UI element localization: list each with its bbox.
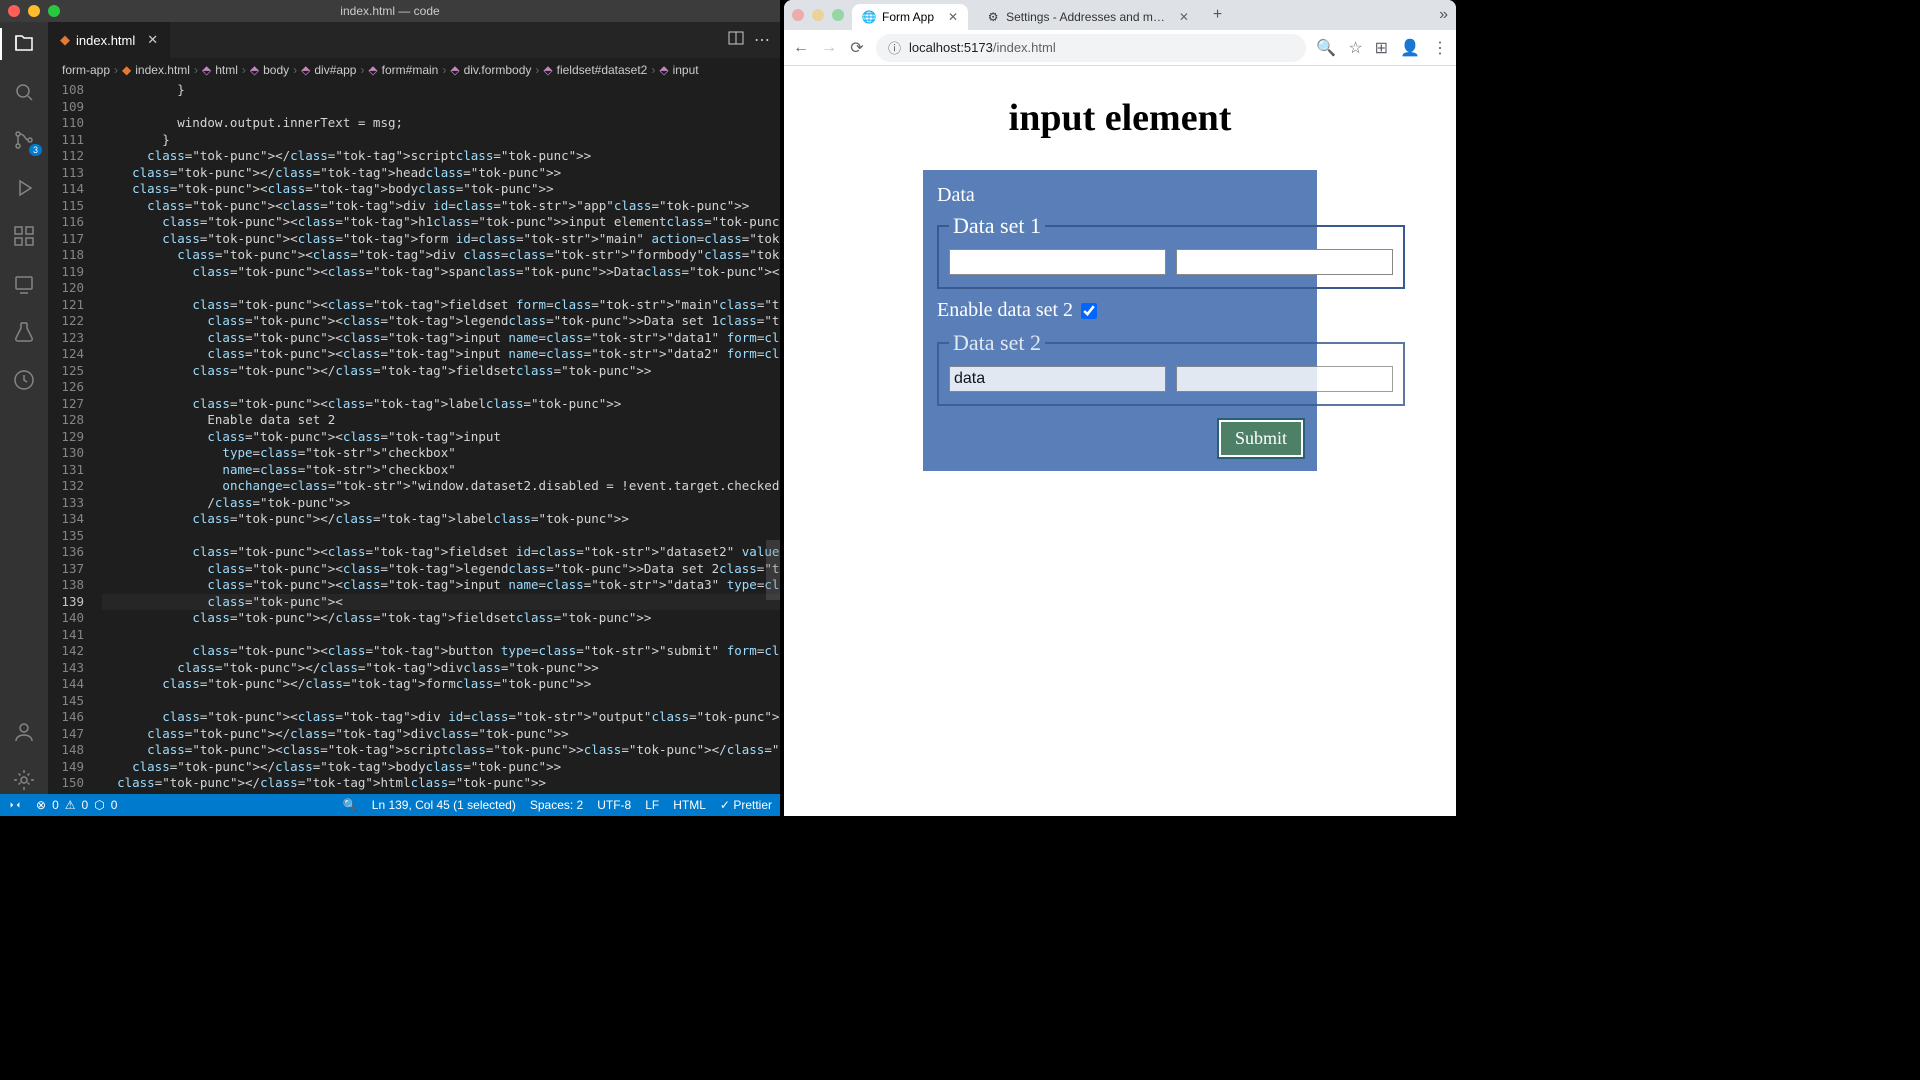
editor-area: ◆ index.html ✕ ⋯ form-app› ◆index.html› … [48,22,780,794]
close-window-icon[interactable] [8,5,20,17]
run-debug-icon[interactable] [10,174,38,202]
zoom-icon[interactable]: 🔍 [1316,38,1336,58]
fieldset-legend: Data set 1 [949,213,1045,239]
menu-icon[interactable]: ⋮ [1432,38,1448,58]
status-language[interactable]: HTML [673,798,706,812]
gear-icon: ⚙ [986,10,1000,24]
line-number-gutter: 1081091101111121131141151161171181191201… [48,82,102,794]
status-formatter[interactable]: ✓ Prettier [720,798,772,812]
accounts-icon[interactable] [10,718,38,746]
input-data4[interactable] [1176,366,1393,392]
mac-traffic-lights [8,5,60,17]
submit-button[interactable]: Submit [1219,420,1303,457]
status-cursor[interactable]: Ln 139, Col 45 (1 selected) [372,798,516,812]
window-title: index.html — code [340,4,439,18]
data-label: Data [937,184,1303,207]
vscode-window: index.html — code 3 ◆ index.html ✕ [0,0,780,816]
code-editor[interactable]: 1081091101111121131141151161171181191201… [48,82,780,794]
browser-tab-form-app[interactable]: 🌐 Form App ✕ [852,4,968,30]
new-tab-button[interactable]: + [1207,6,1228,24]
mac-traffic-lights [792,9,844,21]
split-editor-icon[interactable] [728,30,744,51]
problems-indicator[interactable]: ⊗0 ⚠0 ⬡0 [36,798,117,812]
bookmark-star-icon[interactable]: ☆ [1348,38,1362,58]
browser-window: 🌐 Form App ✕ ⚙ Settings - Addresses and … [784,0,1456,816]
tab-close-icon[interactable]: ✕ [1179,10,1189,24]
page-content: input element Data Data set 1 Enable dat… [784,66,1456,816]
extensions-puzzle-icon[interactable]: ⊞ [1375,38,1388,58]
minimize-window-icon[interactable] [28,5,40,17]
browser-tab-settings[interactable]: ⚙ Settings - Addresses and m… ✕ [976,4,1199,30]
input-data3[interactable] [949,366,1166,392]
scm-badge: 3 [29,144,42,156]
breadcrumb[interactable]: form-app› ◆index.html› ⬘html› ⬘body› ⬘di… [48,58,780,82]
page-heading: input element [814,96,1426,140]
extensions-icon[interactable] [10,222,38,250]
fieldset-dataset2: Data set 2 [937,330,1405,406]
source-control-icon[interactable]: 3 [10,126,38,154]
maximize-window-icon[interactable] [48,5,60,17]
code-content[interactable]: } window.output.innerText = msg; } class… [102,82,780,794]
status-spaces[interactable]: Spaces: 2 [530,798,583,812]
settings-gear-icon[interactable] [10,766,38,794]
status-bar: ⊗0 ⚠0 ⬡0 🔍 Ln 139, Col 45 (1 selected) S… [0,794,780,816]
search-icon[interactable] [10,78,38,106]
status-zoom-icon[interactable]: 🔍 [343,798,358,812]
editor-tabs: ◆ index.html ✕ ⋯ [48,22,780,58]
activity-bar: 3 [0,22,48,794]
address-bar[interactable]: ⓘ localhost:5173/index.html [876,34,1306,62]
fieldset-legend: Data set 2 [949,330,1045,356]
remote-indicator[interactable] [8,798,22,812]
input-data1[interactable] [949,249,1166,275]
explorer-icon[interactable] [10,30,38,58]
enable-dataset2-checkbox[interactable] [1081,303,1097,319]
reload-button[interactable]: ⟳ [848,38,866,58]
timeline-icon[interactable] [10,366,38,394]
url-text: localhost:5173/index.html [909,40,1056,55]
more-actions-icon[interactable]: ⋯ [754,30,770,51]
browser-titlebar: 🌐 Form App ✕ ⚙ Settings - Addresses and … [784,0,1456,30]
vscode-titlebar: index.html — code [0,0,780,22]
html-file-icon: ◆ [60,32,70,48]
input-data2[interactable] [1176,249,1393,275]
form-body: Data Data set 1 Enable data set 2 Data s… [923,170,1317,471]
browser-toolbar: ← → ⟳ ⓘ localhost:5173/index.html 🔍 ☆ ⊞ … [784,30,1456,66]
enable-dataset2-label[interactable]: Enable data set 2 [937,299,1303,322]
chevron-down-icon[interactable]: » [1439,6,1448,24]
profile-avatar-icon[interactable]: 👤 [1400,38,1420,58]
close-window-icon[interactable] [792,9,804,21]
tab-filename: index.html [76,33,135,48]
testing-icon[interactable] [10,318,38,346]
forward-button[interactable]: → [820,39,838,57]
back-button[interactable]: ← [792,39,810,57]
globe-icon: 🌐 [862,10,876,24]
tab-close-icon[interactable]: ✕ [147,32,158,48]
html-file-icon: ◆ [122,63,131,77]
tab-close-icon[interactable]: ✕ [948,10,958,24]
status-encoding[interactable]: UTF-8 [597,798,631,812]
minimize-window-icon[interactable] [812,9,824,21]
minimap-slider[interactable] [766,540,780,600]
status-eol[interactable]: LF [645,798,659,812]
site-info-icon[interactable]: ⓘ [888,38,901,57]
tab-index-html[interactable]: ◆ index.html ✕ [48,22,170,58]
fieldset-dataset1: Data set 1 [937,213,1405,289]
maximize-window-icon[interactable] [832,9,844,21]
remote-icon[interactable] [10,270,38,298]
